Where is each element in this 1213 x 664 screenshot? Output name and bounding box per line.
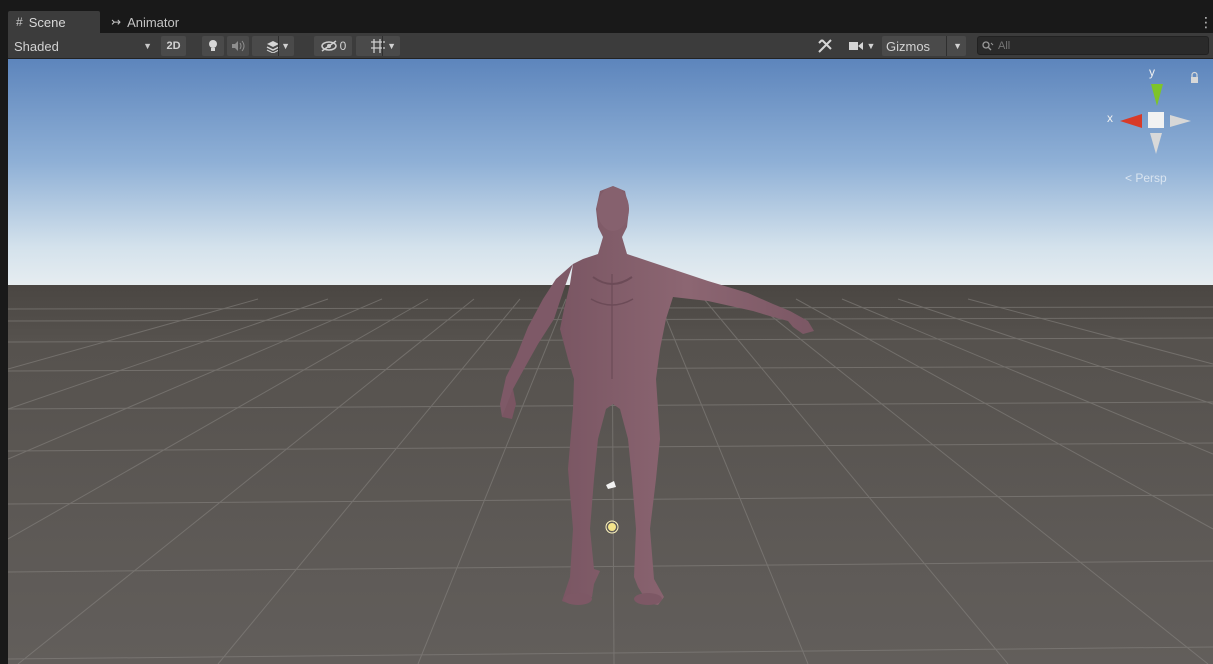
search-input[interactable]: [994, 39, 1198, 52]
axis-y-label: y: [1149, 65, 1155, 79]
grid-hash-icon: #: [16, 15, 23, 29]
gizmos-label: Gizmos: [886, 38, 931, 54]
split-divider: [946, 36, 947, 56]
tab-scene[interactable]: # Scene: [8, 11, 100, 33]
hidden-count: 0: [339, 39, 347, 53]
camera-icon: [848, 42, 863, 50]
toggle-2d-button[interactable]: 2D: [161, 36, 186, 56]
tab-scene-label: Scene: [28, 14, 66, 30]
toggle-2d-label: 2D: [166, 40, 181, 52]
speaker-icon: [232, 40, 245, 52]
split-divider: [278, 36, 279, 56]
grid-icon: [371, 39, 385, 53]
lightbulb-icon: [209, 40, 217, 51]
scene-visibility-button[interactable]: 0: [314, 36, 352, 56]
gizmo-center-cube[interactable]: [1148, 112, 1164, 128]
persp-icon: <: [1125, 171, 1133, 185]
hidden-eye-icon: [320, 40, 337, 52]
search-icon: [982, 40, 994, 50]
projection-label: Persp: [1135, 171, 1167, 185]
chevron-down-icon: ▼: [281, 41, 290, 51]
chevron-down-icon: ▼: [387, 41, 396, 51]
unity-scene-window: # Scene ↣ Animator ⋮ Shaded ▼ 2D ▼ 0 ▼ ▼…: [0, 0, 1213, 664]
gizmos-dropdown[interactable]: Gizmos ▼: [882, 36, 966, 56]
chevron-down-icon: ▼: [866, 41, 876, 51]
tools-button[interactable]: [814, 36, 836, 56]
scene-toolbar: Shaded ▼ 2D ▼ 0 ▼ ▼ Gizmos ▼ All: [8, 33, 1213, 59]
camera-settings-button[interactable]: ▼: [844, 36, 880, 56]
lighting-toggle-button[interactable]: [202, 36, 224, 56]
chevron-down-icon: ▼: [953, 41, 962, 51]
draw-mode-dropdown[interactable]: Shaded ▼: [10, 36, 158, 56]
more-options-icon[interactable]: ⋮: [1199, 14, 1213, 30]
scene-search-field[interactable]: [977, 36, 1209, 55]
scene-render: [8, 59, 1213, 664]
audio-toggle-button[interactable]: [227, 36, 249, 56]
tab-animator-label: Animator: [127, 14, 180, 30]
projection-toggle[interactable]: < Persp: [1125, 171, 1167, 185]
axis-x-label: x: [1107, 111, 1113, 125]
split-divider: [382, 36, 383, 56]
chevron-down-icon: ▼: [143, 41, 152, 51]
grid-snapping-button[interactable]: ▼: [356, 36, 400, 56]
scene-viewport[interactable]: y x < Persp: [8, 59, 1213, 664]
animator-icon: ↣: [111, 15, 122, 29]
effects-toggle-button[interactable]: ▼: [252, 36, 294, 56]
wrench-tools-icon: [818, 39, 832, 53]
tab-bar: # Scene ↣ Animator ⋮: [8, 11, 1213, 33]
tab-animator[interactable]: ↣ Animator: [103, 11, 203, 33]
draw-mode-label: Shaded: [14, 38, 59, 54]
